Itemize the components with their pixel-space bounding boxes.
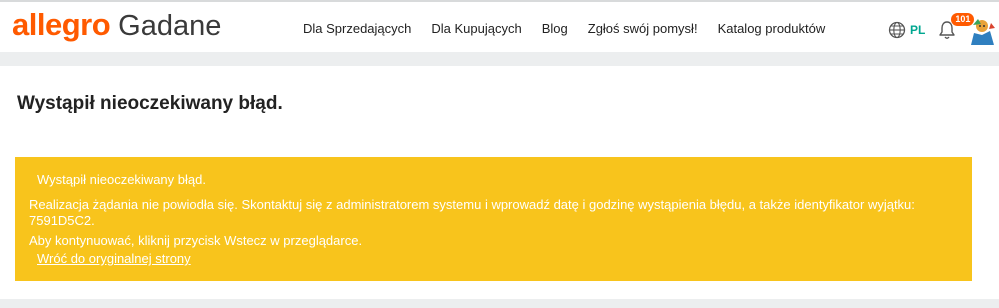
alert-hint: Aby kontynuować, kliknij przycisk Wstecz… bbox=[29, 233, 363, 248]
logo-subtitle: Gadane bbox=[118, 10, 222, 42]
nav-link-buyers[interactable]: Dla Kupujących bbox=[431, 21, 521, 36]
nav-link-sellers[interactable]: Dla Sprzedających bbox=[303, 21, 411, 36]
globe-icon[interactable] bbox=[888, 21, 906, 39]
alert-heading: Wystąpił nieoczekiwany błąd. bbox=[37, 172, 206, 187]
error-alert: Wystąpił nieoczekiwany błąd. Realizacja … bbox=[15, 157, 972, 281]
nav-link-product-catalog[interactable]: Katalog produktów bbox=[718, 21, 826, 36]
nav-link-submit-idea[interactable]: Zgłoś swój pomysł! bbox=[588, 21, 698, 36]
header-tools: PL 101 bbox=[888, 13, 998, 45]
alert-message: Realizacja żądania nie powiodła się. Sko… bbox=[29, 197, 915, 228]
logo-brand: allegro bbox=[12, 7, 111, 42]
notification-badge: 101 bbox=[951, 13, 975, 26]
main-nav: Dla Sprzedających Dla Kupujących Blog Zg… bbox=[303, 21, 825, 36]
page-title: Wystąpił nieoczekiwany błąd. bbox=[17, 93, 283, 114]
language-selector[interactable]: PL bbox=[910, 23, 925, 37]
top-bar: allegro Gadane Dla Sprzedających Dla Kup… bbox=[0, 0, 999, 52]
notifications[interactable]: 101 bbox=[937, 13, 975, 41]
logo[interactable]: allegro Gadane bbox=[12, 7, 221, 47]
back-to-original-page-link[interactable]: Wróć do oryginalnej strony bbox=[37, 251, 191, 267]
nav-link-blog[interactable]: Blog bbox=[542, 21, 568, 36]
error-card: Wystąpił nieoczekiwany błąd. Wystąpił ni… bbox=[0, 66, 999, 299]
